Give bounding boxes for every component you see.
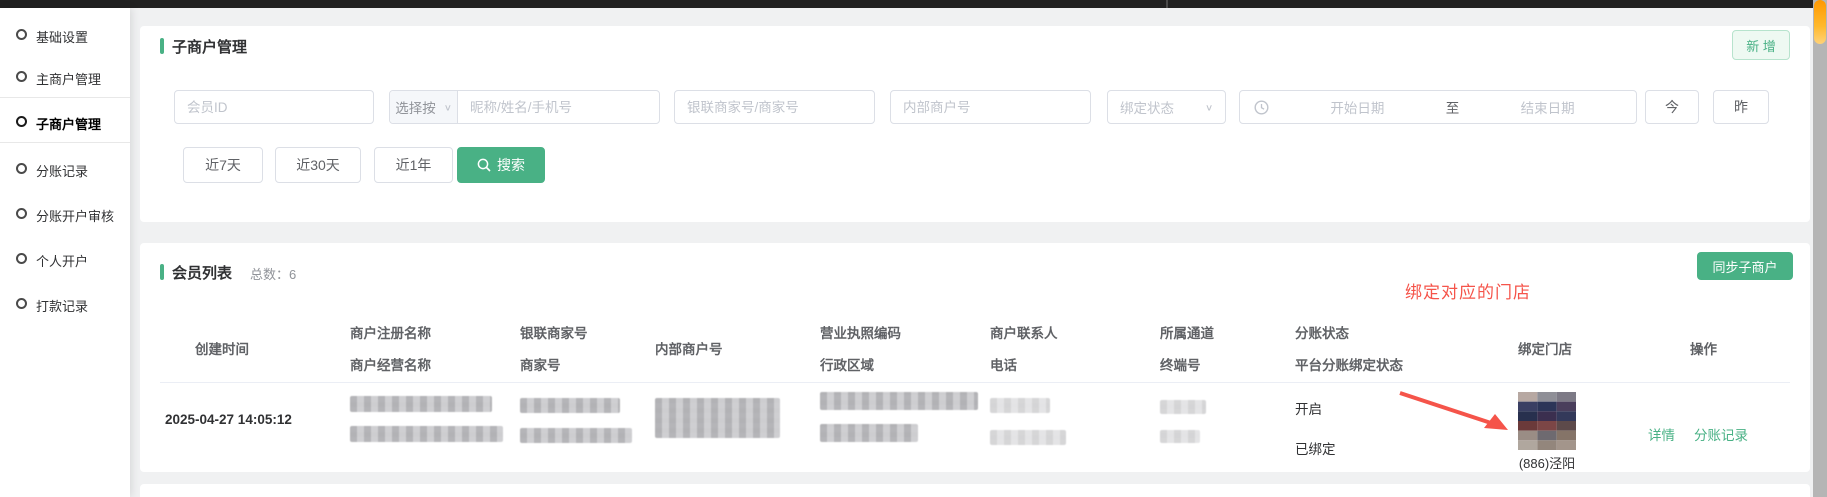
next-row-card-stub xyxy=(140,484,1810,497)
clock-icon xyxy=(1254,100,1269,115)
sidebar-divider xyxy=(0,97,130,98)
redacted-phone xyxy=(990,430,1066,445)
red-annotation-text: 绑定对应的门店 xyxy=(1405,278,1531,303)
col-header-register-name: 商户注册名称 xyxy=(350,322,431,342)
search-icon xyxy=(477,158,491,172)
radio-circle-icon xyxy=(16,208,27,219)
sidebar-item-payment-records[interactable]: 打款记录 xyxy=(0,287,130,323)
col-header-bound-store: 绑定门店 xyxy=(1518,338,1572,358)
redacted-unionpay-id xyxy=(520,398,620,413)
page-title: 子商户管理 xyxy=(172,36,247,57)
sidebar-item-sub-merchant[interactable]: 子商户管理 xyxy=(0,105,130,141)
col-header-split-status: 分账状态 xyxy=(1295,322,1349,342)
col-header-actions: 操作 xyxy=(1690,338,1717,358)
vertical-scrollbar-thumb[interactable] xyxy=(1814,0,1826,44)
col-header-admin-region: 行政区域 xyxy=(820,354,874,374)
sidebar-item-label: 打款记录 xyxy=(36,296,88,315)
store-photo xyxy=(1518,392,1576,450)
today-button[interactable]: 今 xyxy=(1645,90,1699,124)
sidebar: 基础设置 主商户管理 子商户管理 分账记录 分账开户审核 个人开户 打款记录 xyxy=(0,8,130,497)
internal-merchant-input[interactable] xyxy=(890,90,1091,124)
split-records-link[interactable]: 分账记录 xyxy=(1694,424,1748,444)
redacted-register-name xyxy=(350,396,492,412)
unionpay-merchant-input[interactable] xyxy=(674,90,875,124)
select-by-dropdown[interactable]: 选择按 ∨ xyxy=(390,91,458,123)
redacted-terminal xyxy=(1160,430,1200,443)
sidebar-item-label: 子商户管理 xyxy=(36,114,101,133)
radio-circle-icon xyxy=(16,298,27,309)
sidebar-item-split-records[interactable]: 分账记录 xyxy=(0,152,130,188)
sidebar-item-label: 主商户管理 xyxy=(36,69,101,88)
sync-sub-merchants-button[interactable]: 同步子商户 xyxy=(1697,252,1793,280)
nickname-combo-input: 选择按 ∨ xyxy=(389,90,660,124)
annotation-arrow-icon xyxy=(1396,388,1514,436)
radio-circle-icon xyxy=(16,116,27,127)
select-by-label: 选择按 xyxy=(395,97,436,117)
top-dark-strip xyxy=(0,0,1813,8)
date-range-picker[interactable]: 开始日期 至 结束日期 xyxy=(1239,90,1637,124)
filters-panel xyxy=(140,26,1810,222)
add-button[interactable]: 新 增 xyxy=(1732,30,1790,60)
col-header-license-code: 营业执照编码 xyxy=(820,322,901,342)
radio-circle-icon xyxy=(16,253,27,264)
col-header-channel: 所属通道 xyxy=(1160,322,1214,342)
title-tick xyxy=(160,38,164,54)
col-header-platform-bind: 平台分账绑定状态 xyxy=(1295,354,1403,374)
col-header-contact: 商户联系人 xyxy=(990,322,1058,342)
chevron-down-icon: ∨ xyxy=(1205,102,1213,112)
last-7-days-button[interactable]: 近7天 xyxy=(183,147,263,183)
redacted-admin-region xyxy=(820,424,918,442)
sidebar-item-main-merchant[interactable]: 主商户管理 xyxy=(0,60,130,96)
sidebar-item-split-account-review[interactable]: 分账开户审核 xyxy=(0,197,130,233)
radio-circle-icon xyxy=(16,71,27,82)
redacted-internal-id xyxy=(655,398,780,438)
col-header-terminal: 终端号 xyxy=(1160,354,1201,374)
nickname-input[interactable] xyxy=(458,91,659,123)
yesterday-button[interactable]: 昨 xyxy=(1713,90,1769,124)
search-button-label: 搜索 xyxy=(497,155,525,175)
end-date-placeholder: 结束日期 xyxy=(1459,97,1636,117)
total-count-label: 总数：6 xyxy=(250,264,296,283)
last-1-year-button[interactable]: 近1年 xyxy=(374,147,453,183)
sidebar-item-label: 分账开户审核 xyxy=(36,206,114,225)
bind-status-placeholder: 绑定状态 xyxy=(1120,97,1174,117)
redacted-channel xyxy=(1160,400,1206,414)
redacted-contact xyxy=(990,398,1050,413)
vertical-scrollbar-track[interactable] xyxy=(1813,0,1827,497)
redacted-license-code xyxy=(820,392,978,410)
last-30-days-button[interactable]: 近30天 xyxy=(275,147,361,183)
bind-status-select[interactable]: 绑定状态 ∨ xyxy=(1107,90,1226,124)
col-header-phone: 电话 xyxy=(990,354,1017,374)
store-caption: (886)泾阳 xyxy=(1500,453,1594,472)
search-button[interactable]: 搜索 xyxy=(457,147,545,183)
member-list-title: 会员列表 xyxy=(172,262,232,283)
radio-circle-icon xyxy=(16,163,27,174)
sidebar-divider xyxy=(0,142,130,143)
chevron-down-icon: ∨ xyxy=(444,102,452,112)
detail-link[interactable]: 详情 xyxy=(1648,424,1675,444)
date-to-label: 至 xyxy=(1446,97,1460,117)
cell-split-status: 开启 xyxy=(1295,398,1322,418)
cell-platform-bind-status: 已绑定 xyxy=(1295,438,1336,458)
cell-created-at: 2025-04-27 14:05:12 xyxy=(165,412,292,427)
sidebar-item-label: 个人开户 xyxy=(36,251,88,270)
sidebar-item-basic-settings[interactable]: 基础设置 xyxy=(0,18,130,54)
redacted-business-name xyxy=(350,426,503,442)
col-header-unionpay-id: 银联商家号 xyxy=(520,322,588,342)
top-strip-divider xyxy=(1166,0,1168,8)
col-header-business-name: 商户经营名称 xyxy=(350,354,431,374)
title-tick xyxy=(160,264,164,280)
radio-circle-icon xyxy=(16,29,27,40)
sidebar-item-label: 分账记录 xyxy=(36,161,88,180)
member-id-input[interactable] xyxy=(174,90,374,124)
header-divider xyxy=(160,382,1790,383)
col-header-internal-id: 内部商户号 xyxy=(655,338,723,358)
col-header-created-at: 创建时间 xyxy=(195,338,249,358)
col-header-merchant-id: 商家号 xyxy=(520,354,561,374)
sidebar-item-personal-account[interactable]: 个人开户 xyxy=(0,242,130,278)
start-date-placeholder: 开始日期 xyxy=(1269,97,1446,117)
sidebar-item-label: 基础设置 xyxy=(36,27,88,46)
redacted-merchant-id xyxy=(520,428,632,443)
